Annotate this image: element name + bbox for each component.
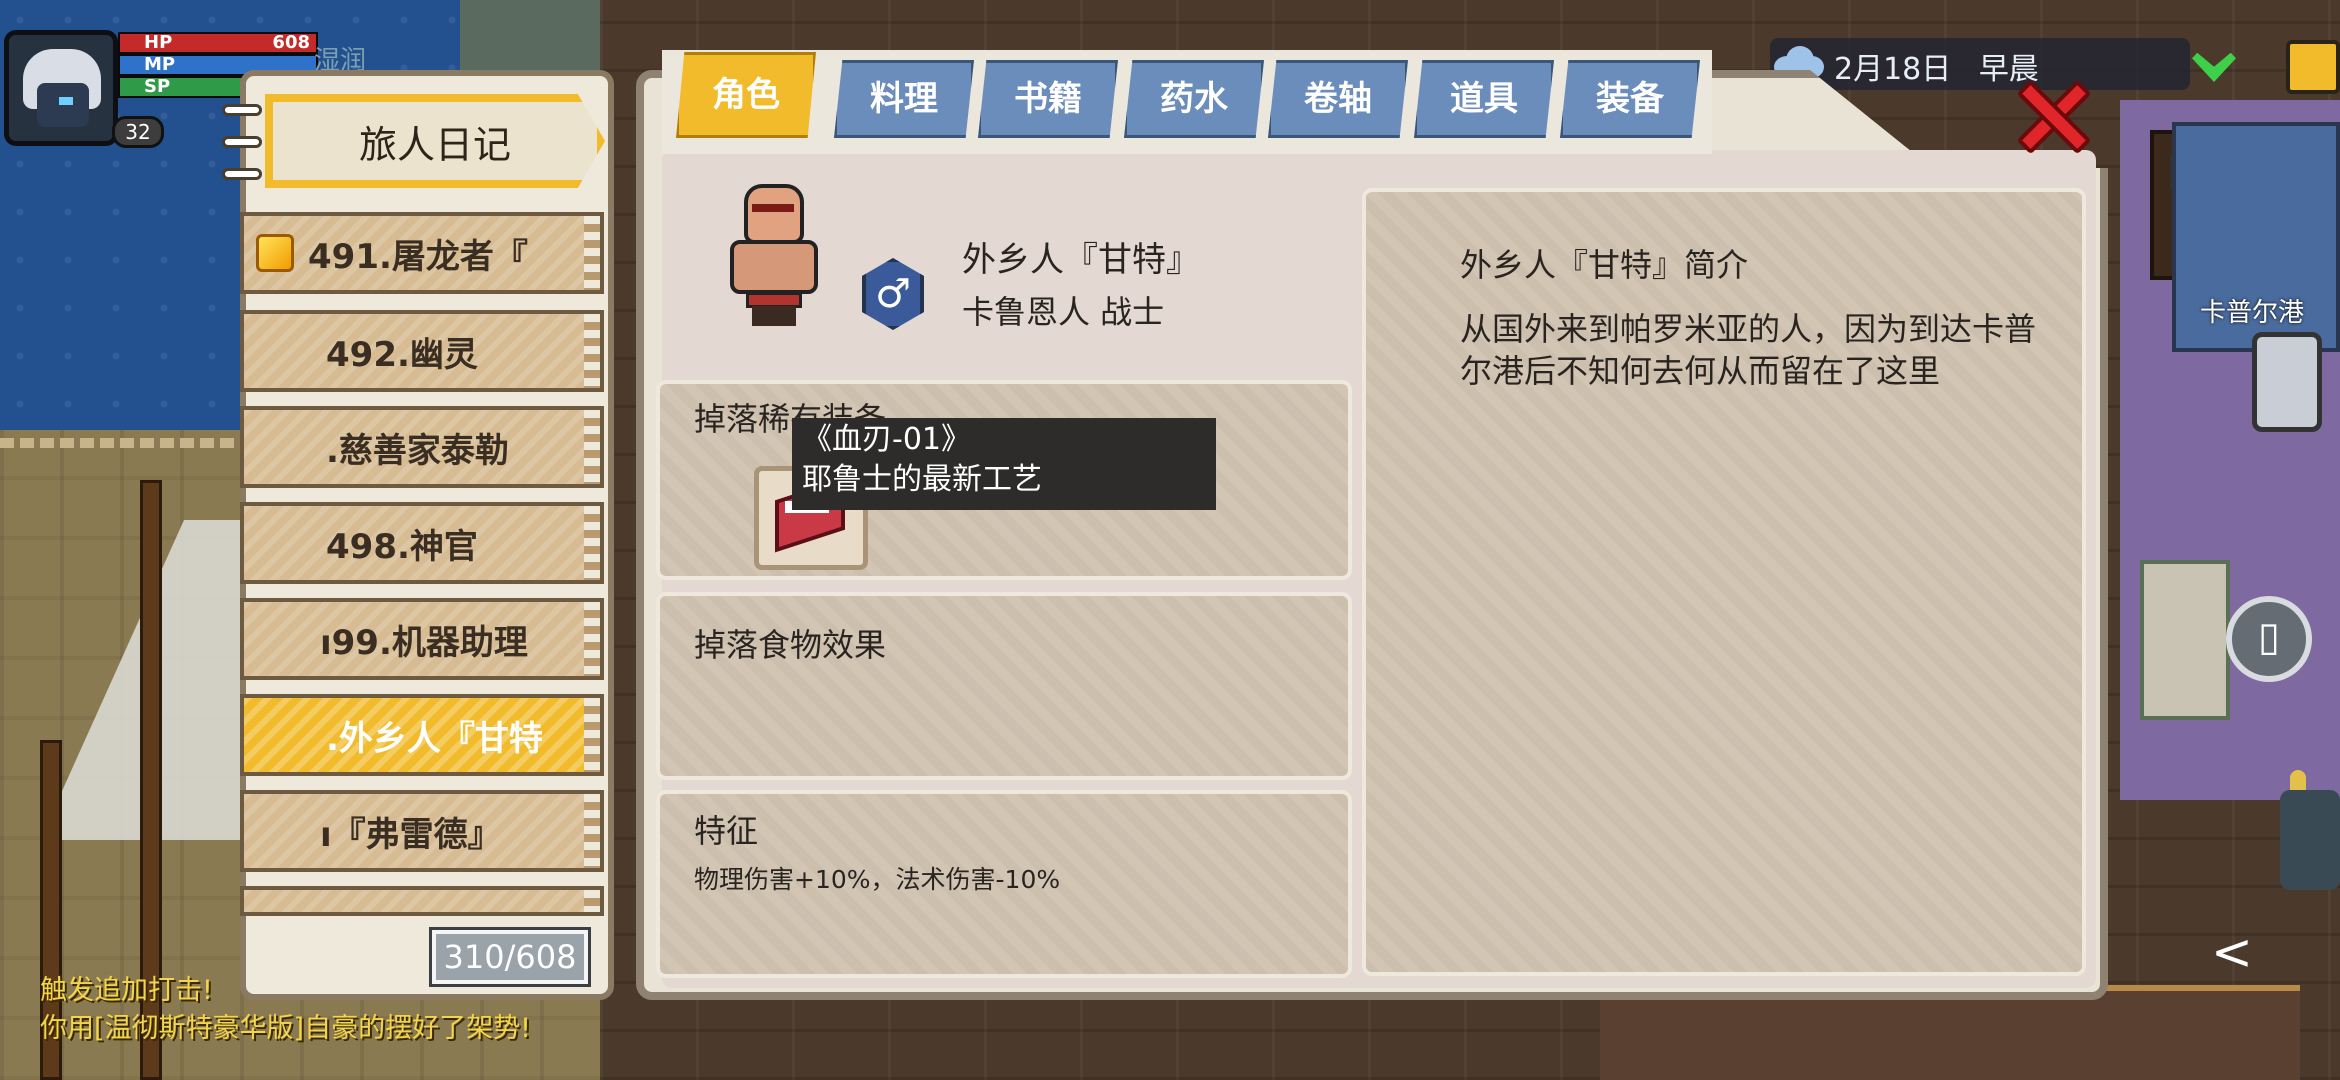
close-icon[interactable] (2014, 79, 2092, 155)
journal-entry-label: 498.神官 (326, 526, 478, 567)
vase (2280, 790, 2340, 890)
journal-title-text: 旅人日记 (358, 122, 511, 167)
journal-entry-selected[interactable]: .外乡人『甘特 (240, 694, 604, 776)
tooltip-item-name: 《血刃-01》 (802, 422, 971, 457)
journal-entry-label: .外乡人『甘特 (326, 718, 543, 759)
food-effect-section: 掉落食物效果 (656, 592, 1352, 780)
character-race-class: 卡鲁恩人 战士 (962, 293, 1165, 331)
journal-entry[interactable]: ı99.机器助理 (240, 598, 604, 680)
description-title: 外乡人『甘特』简介 (1460, 246, 1749, 284)
description-body: 从国外来到帕罗米亚的人，因为到达卡普尔港后不知何去何从而留在了这里 (1460, 310, 2037, 390)
journal-entry[interactable]: 492.幽灵 (240, 310, 604, 392)
combat-log: 触发追加打击! 你用[温彻斯特豪华版]自豪的摆好了架势! (40, 972, 531, 1048)
phone-icon[interactable] (2252, 332, 2322, 432)
map-toggle-icon[interactable] (2286, 40, 2340, 94)
hp-bar: HP 608 (118, 32, 318, 54)
tab-books[interactable]: 书籍 (978, 60, 1118, 138)
hp-value: 608 (272, 32, 310, 53)
journal-entry-partial[interactable] (240, 886, 604, 916)
binder-rings-icon (222, 104, 262, 184)
tab-scrolls[interactable]: 卷轴 (1268, 60, 1408, 138)
tab-character[interactable]: 角色 (676, 52, 816, 138)
description-panel (1362, 188, 2086, 976)
tab-equipment[interactable]: 装备 (1560, 60, 1700, 138)
journal-title: 旅人日记 (265, 94, 605, 188)
journal-entry-label: ı99.机器助理 (320, 622, 528, 663)
journal-entry[interactable]: ı『弗雷德』 (240, 790, 604, 872)
journal-entry-label: .慈善家泰勒 (326, 430, 509, 471)
date-display: 2月18日 早晨 (1834, 44, 2039, 88)
date-value: 2月18日 (1834, 52, 1952, 87)
item-tooltip: 《血刃-01》 耶鲁士的最新工艺 (792, 418, 1216, 510)
share-icon[interactable]: < (2190, 910, 2274, 994)
journal-entry-label: 491.屠龙者『 (308, 236, 528, 277)
traits-title: 特征 (694, 812, 759, 850)
player-portrait[interactable] (4, 30, 118, 146)
bed (2140, 560, 2230, 720)
traits-description: 物理伤害+10%，法术伤害-10% (694, 865, 1061, 894)
location-label: 卡普尔港 (2200, 298, 2305, 328)
journal-entry[interactable]: 491.屠龙者『 (240, 212, 604, 294)
journal-entry-label: 492.幽灵 (326, 334, 478, 375)
journal-entry[interactable]: .慈善家泰勒 (240, 406, 604, 488)
book-icon[interactable]: ▯ (2226, 596, 2312, 682)
food-effect-title: 掉落食物效果 (694, 626, 887, 664)
journal-entry-label: ı『弗雷德』 (320, 814, 502, 855)
gem-icon (256, 234, 294, 272)
tab-cooking[interactable]: 料理 (834, 60, 974, 138)
tooltip-item-desc: 耶鲁士的最新工艺 (802, 462, 1042, 497)
character-name: 外乡人『甘特』 (962, 240, 1200, 280)
traits-section: 特征 物理伤害+10%，法术伤害-10% (656, 790, 1352, 978)
combat-log-line: 触发追加打击! (40, 975, 213, 1006)
hp-label: HP (144, 32, 173, 53)
mp-label: MP (144, 54, 176, 75)
combat-log-line: 你用[温彻斯特豪华版]自豪的摆好了架势! (40, 1013, 531, 1044)
player-level-badge: 32 (112, 116, 164, 148)
sp-label: SP (144, 76, 171, 97)
character-sprite (726, 184, 820, 326)
tab-items[interactable]: 道具 (1414, 60, 1554, 138)
tab-potions[interactable]: 药水 (1124, 60, 1264, 138)
journal-entry[interactable]: 498.神官 (240, 502, 604, 584)
